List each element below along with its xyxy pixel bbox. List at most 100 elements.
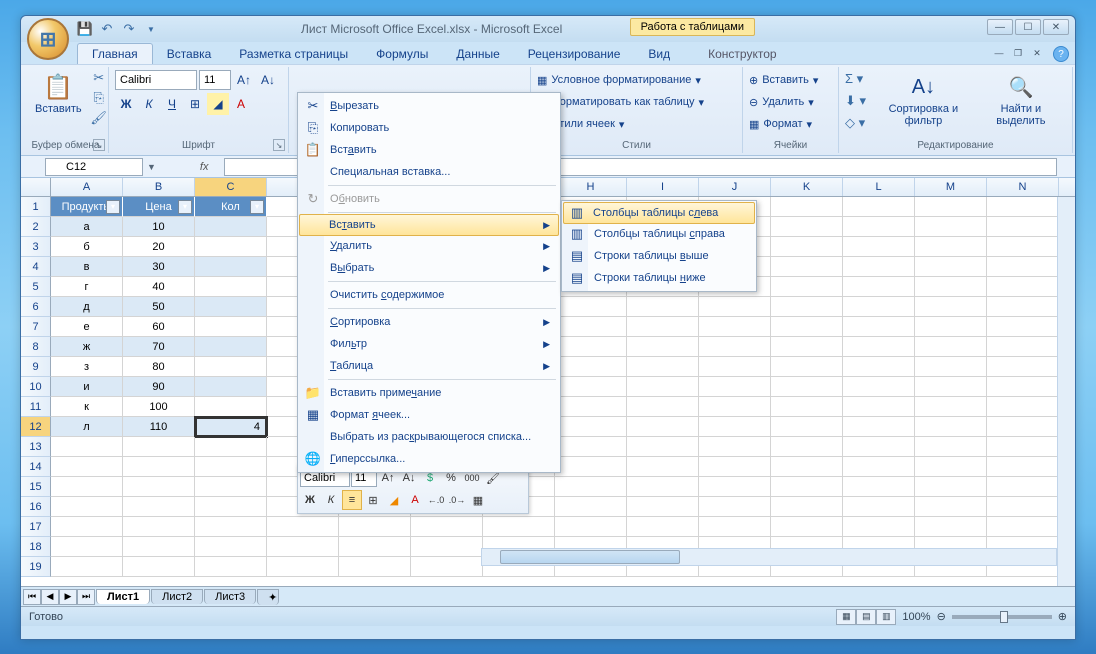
mt-borders[interactable]: ⊞ (363, 490, 383, 510)
cell[interactable] (843, 297, 915, 317)
format-as-table-button[interactable]: ▦Форматировать как таблицу ▾ (537, 91, 736, 113)
row-header-5[interactable]: 5 (21, 277, 51, 297)
cm-sort[interactable]: Сортировка▶ (300, 311, 558, 333)
cell[interactable] (627, 517, 699, 537)
cm-copy[interactable]: ⎘Копировать (300, 117, 558, 139)
close-button[interactable]: ✕ (1043, 19, 1069, 35)
cell[interactable] (195, 537, 267, 557)
row-header-14[interactable]: 14 (21, 457, 51, 477)
cell[interactable] (843, 497, 915, 517)
redo-icon[interactable]: ↷ (119, 19, 139, 39)
cell[interactable] (411, 537, 483, 557)
cell[interactable]: к (51, 397, 123, 417)
cell[interactable] (987, 357, 1059, 377)
cell[interactable] (51, 477, 123, 497)
cell[interactable] (987, 477, 1059, 497)
cell[interactable]: д (51, 297, 123, 317)
qat-dropdown-icon[interactable]: ▼ (141, 19, 161, 39)
font-size-combo[interactable]: 11 (199, 70, 231, 90)
mt-increase-decimal[interactable]: ←.0 (426, 490, 446, 510)
cell[interactable] (195, 437, 267, 457)
cell[interactable] (843, 517, 915, 537)
cell[interactable] (771, 337, 843, 357)
cm-dropdown-list[interactable]: Выбрать из раскрывающегося списка... (300, 426, 558, 448)
cm-comment[interactable]: 📁Вставить примечание (300, 382, 558, 404)
cell[interactable] (699, 497, 771, 517)
row-header-7[interactable]: 7 (21, 317, 51, 337)
sm-rows-above[interactable]: ▤Строки таблицы выше (564, 245, 754, 267)
cell[interactable] (771, 477, 843, 497)
help-button[interactable]: ? (1053, 46, 1069, 62)
cell[interactable] (195, 297, 267, 317)
cell[interactable] (987, 197, 1059, 217)
conditional-formatting-button[interactable]: ▦Условное форматирование ▾ (537, 69, 736, 91)
sm-cols-left[interactable]: ▥Столбцы таблицы слева (563, 202, 755, 224)
zoom-in-button[interactable]: ⊕ (1058, 610, 1067, 623)
row-header-15[interactable]: 15 (21, 477, 51, 497)
format-painter-icon[interactable]: 🖌 (90, 109, 108, 127)
mdi-close[interactable]: ✕ (1029, 46, 1045, 60)
sm-cols-right[interactable]: ▥Столбцы таблицы справа (564, 223, 754, 245)
fx-button[interactable]: fx (200, 161, 222, 173)
zoom-slider[interactable] (952, 615, 1052, 619)
cell[interactable] (483, 517, 555, 537)
cell[interactable] (915, 517, 987, 537)
col-header-n[interactable]: N (987, 178, 1059, 196)
col-header-b[interactable]: B (123, 178, 195, 196)
sm-rows-below[interactable]: ▤Строки таблицы ниже (564, 267, 754, 289)
cm-cut[interactable]: ✂Вырезать (300, 95, 558, 117)
cut-icon[interactable]: ✂ (90, 69, 108, 87)
cell[interactable] (51, 437, 123, 457)
cell[interactable] (843, 337, 915, 357)
cell[interactable] (699, 297, 771, 317)
cell[interactable] (627, 437, 699, 457)
col-header-m[interactable]: M (915, 178, 987, 196)
cell[interactable] (339, 517, 411, 537)
cell[interactable] (699, 437, 771, 457)
cell[interactable] (915, 437, 987, 457)
cell[interactable] (699, 377, 771, 397)
cell[interactable] (843, 237, 915, 257)
cell[interactable] (915, 197, 987, 217)
col-header-h[interactable]: H (555, 178, 627, 196)
cell[interactable] (843, 197, 915, 217)
cell[interactable] (555, 477, 627, 497)
cell[interactable] (699, 317, 771, 337)
sort-filter-button[interactable]: A↓ Сортировка и фильтр (871, 69, 976, 151)
zoom-out-button[interactable]: ⊖ (937, 610, 946, 623)
cell[interactable] (915, 237, 987, 257)
row-header-3[interactable]: 3 (21, 237, 51, 257)
row-header-18[interactable]: 18 (21, 537, 51, 557)
font-name-combo[interactable]: Calibri (115, 70, 197, 90)
cell[interactable] (915, 497, 987, 517)
tab-konstruktor[interactable]: Конструктор (694, 44, 790, 64)
cell[interactable]: г (51, 277, 123, 297)
cell[interactable] (843, 457, 915, 477)
tab-view[interactable]: Вид (634, 44, 684, 64)
cm-table[interactable]: Таблица▶ (300, 355, 558, 377)
mdi-minimize[interactable]: — (991, 46, 1007, 60)
cell[interactable] (555, 357, 627, 377)
cell[interactable] (555, 437, 627, 457)
mt-fill-color[interactable]: ◢ (384, 490, 404, 510)
cell[interactable] (339, 537, 411, 557)
cm-paste-special[interactable]: Специальная вставка... (300, 161, 558, 183)
cell[interactable] (771, 377, 843, 397)
cell[interactable] (627, 297, 699, 317)
cell[interactable] (699, 477, 771, 497)
cell[interactable] (915, 457, 987, 477)
cell[interactable] (771, 517, 843, 537)
cell[interactable] (555, 417, 627, 437)
fill-color-button[interactable]: ◢ (207, 93, 229, 115)
mt-decrease-decimal[interactable]: .0→ (447, 490, 467, 510)
cell[interactable] (555, 337, 627, 357)
cell[interactable] (627, 457, 699, 477)
italic-button[interactable]: К (138, 93, 160, 115)
cell[interactable] (843, 437, 915, 457)
cell[interactable] (987, 337, 1059, 357)
mt-center[interactable]: ≡ (342, 490, 362, 510)
cell[interactable] (771, 397, 843, 417)
cell[interactable] (915, 277, 987, 297)
select-all-corner[interactable] (21, 178, 51, 196)
cell[interactable] (555, 297, 627, 317)
